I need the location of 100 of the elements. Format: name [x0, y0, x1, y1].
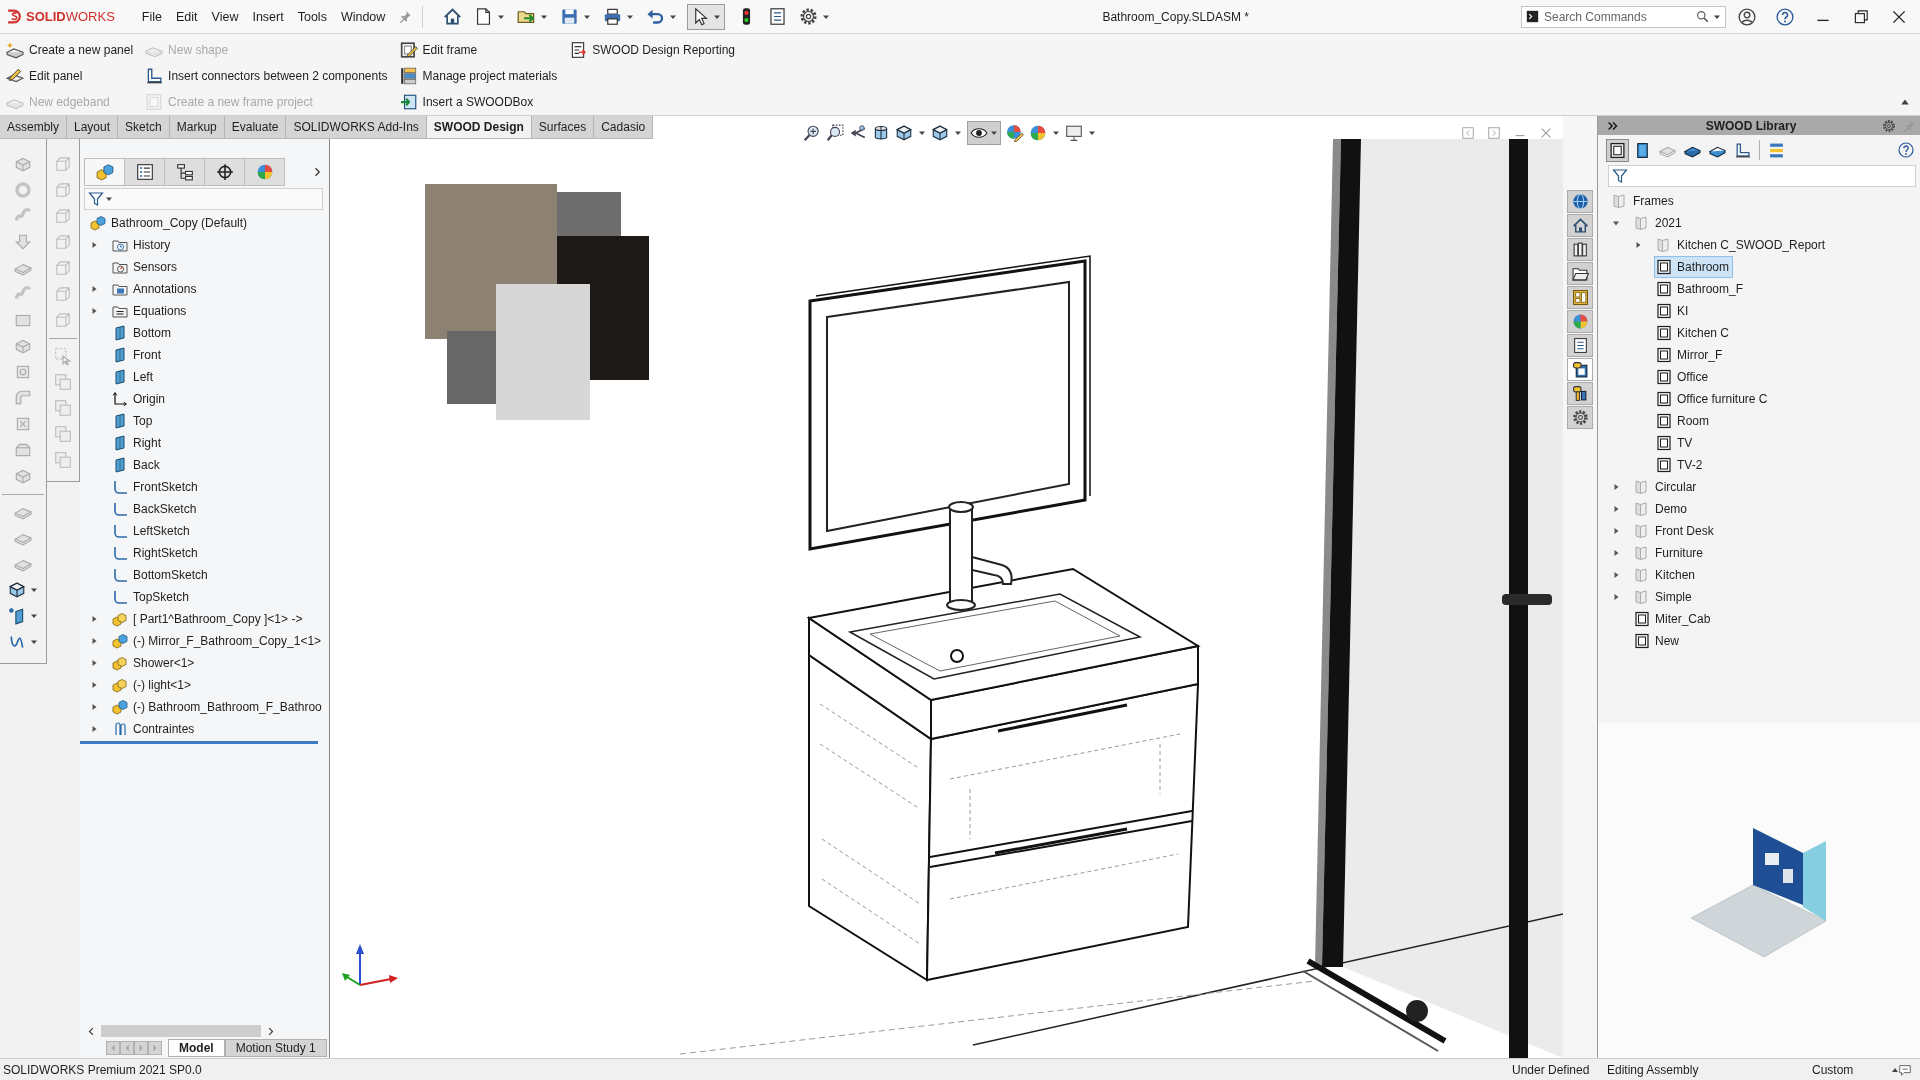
- tree-item[interactable]: TopSketch: [110, 586, 194, 608]
- help-icon[interactable]: [1776, 7, 1794, 26]
- caret-right-icon[interactable]: [1612, 593, 1620, 601]
- tree-item[interactable]: Left: [110, 366, 157, 388]
- tree-item[interactable]: Contraintes: [110, 718, 199, 740]
- scrollbar-thumb[interactable]: [101, 1025, 261, 1037]
- caret-icon[interactable]: [30, 612, 38, 620]
- tree-item[interactable]: Sensors: [110, 256, 182, 278]
- hide-show-button[interactable]: [967, 120, 1002, 145]
- tree-item[interactable]: Frames: [1610, 190, 1678, 212]
- home-icon[interactable]: [443, 7, 463, 26]
- tree-item[interactable]: Bathroom_F: [1654, 278, 1748, 300]
- tree-item[interactable]: (-) Mirror_F_Bathroom_Copy_1<1>: [110, 630, 326, 652]
- tree-item[interactable]: Kitchen C_SWOOD_Report: [1654, 234, 1830, 256]
- bottom-tab[interactable]: Model: [168, 1039, 225, 1057]
- command-button[interactable]: Edit frame: [397, 37, 560, 63]
- caret-right-icon[interactable]: [90, 307, 98, 315]
- tree-item[interactable]: Demo: [1632, 498, 1691, 520]
- tree-item[interactable]: Right: [110, 432, 165, 454]
- caret-right-icon[interactable]: [90, 241, 98, 249]
- chat-bubble-icon[interactable]: [1898, 1062, 1912, 1077]
- tree-item[interactable]: Bathroom_Copy (Default): [88, 212, 252, 234]
- tree-item[interactable]: Miter_Cab: [1632, 608, 1715, 630]
- caret-icon[interactable]: [30, 586, 38, 594]
- tree-item[interactable]: FrontSketch: [110, 476, 202, 498]
- search-field[interactable]: Search Commands: [1521, 5, 1726, 28]
- menu-item[interactable]: Insert: [245, 4, 291, 29]
- command-button[interactable]: Insert connectors between 2 components: [143, 63, 390, 89]
- tree-item[interactable]: Office furniture C: [1654, 388, 1772, 410]
- task-pane-tab[interactable]: [1567, 214, 1593, 237]
- tree-item[interactable]: Front: [110, 344, 165, 366]
- task-pane-tab[interactable]: [1567, 358, 1593, 381]
- cube-icon[interactable]: [931, 123, 950, 142]
- color-ball-icon[interactable]: [1029, 123, 1048, 142]
- command-button[interactable]: Insert a SWOODBox: [397, 89, 560, 115]
- tree-item[interactable]: Bottom: [110, 322, 175, 344]
- tree-item[interactable]: Furniture: [1632, 542, 1708, 564]
- tree-item[interactable]: Mirror_F: [1654, 344, 1727, 366]
- help-icon[interactable]: [1898, 142, 1914, 158]
- task-pane-tab[interactable]: [1567, 238, 1593, 261]
- task-pane-tab[interactable]: [1567, 382, 1593, 405]
- tree-item[interactable]: BackSketch: [110, 498, 201, 520]
- ribbon-tab[interactable]: Assembly: [0, 116, 67, 138]
- task-pane-tab[interactable]: [1567, 406, 1593, 429]
- caret-right-icon[interactable]: [1612, 483, 1620, 491]
- tree-item[interactable]: Circular: [1632, 476, 1701, 498]
- ribbon-tab[interactable]: SOLIDWORKS Add-Ins: [286, 116, 427, 138]
- user-icon[interactable]: [1738, 7, 1756, 26]
- panel-tab[interactable]: [124, 158, 165, 186]
- settings-icon[interactable]: [799, 7, 819, 26]
- filter-field[interactable]: [1608, 165, 1916, 187]
- menu-item[interactable]: View: [204, 4, 246, 29]
- tree-item[interactable]: (-) Bathroom_Bathroom_F_Bathroo: [110, 696, 326, 718]
- ribbon-tab[interactable]: Markup: [169, 116, 225, 138]
- caret-right-icon[interactable]: [90, 703, 98, 711]
- caret-right-icon[interactable]: [90, 637, 98, 645]
- tree-item[interactable]: TV: [1654, 432, 1697, 454]
- ribbon-tab[interactable]: Sketch: [118, 116, 170, 138]
- menu-item[interactable]: File: [134, 4, 169, 29]
- tree-item[interactable]: BottomSketch: [110, 564, 212, 586]
- tree-item[interactable]: New: [1632, 630, 1683, 652]
- tree-item[interactable]: (-) light<1>: [110, 674, 196, 696]
- task-pane-tab[interactable]: [1567, 286, 1593, 309]
- tree-item[interactable]: Annotations: [110, 278, 201, 300]
- restore-icon[interactable]: [1852, 7, 1870, 26]
- settings-icon[interactable]: [1882, 118, 1896, 133]
- magnifier-box-icon[interactable]: [826, 123, 845, 142]
- bottom-tab[interactable]: Motion Study 1: [224, 1039, 327, 1057]
- library-tool-button[interactable]: [1606, 138, 1629, 162]
- cube-icon[interactable]: [895, 123, 914, 142]
- tree-item[interactable]: Back: [110, 454, 164, 476]
- search-icon[interactable]: [1696, 9, 1709, 23]
- task-pane-tab[interactable]: [1567, 262, 1593, 285]
- ribbon-tab[interactable]: Layout: [67, 116, 119, 138]
- pin-icon[interactable]: [398, 9, 413, 24]
- caret-down-icon[interactable]: [1612, 219, 1620, 227]
- magnifier-icon[interactable]: [803, 123, 822, 142]
- tree-item[interactable]: Bathroom: [1654, 256, 1734, 278]
- tree-item[interactable]: Origin: [110, 388, 169, 410]
- menu-item[interactable]: Edit: [169, 4, 205, 29]
- units-dropdown[interactable]: Custom: [1812, 1062, 1898, 1077]
- caret-right-icon[interactable]: [90, 659, 98, 667]
- tree-item[interactable]: Kitchen C: [1654, 322, 1734, 344]
- ribbon-tab[interactable]: Cadasio: [594, 116, 654, 138]
- tree-item[interactable]: RightSketch: [110, 542, 202, 564]
- ribbon-tab[interactable]: Surfaces: [531, 116, 595, 138]
- menu-item[interactable]: Window: [333, 4, 393, 29]
- tree-item[interactable]: [ Part1^Bathroom_Copy ]<1> ->: [110, 608, 307, 630]
- caret-right-icon[interactable]: [90, 285, 98, 293]
- printer-icon[interactable]: [603, 7, 623, 26]
- cube-icon[interactable]: [8, 581, 26, 599]
- caret-right-icon[interactable]: [1612, 527, 1620, 535]
- command-button[interactable]: Create a new panel: [4, 37, 136, 63]
- tree-item[interactable]: Front Desk: [1632, 520, 1718, 542]
- tree-item[interactable]: Shower<1>: [110, 652, 199, 674]
- filter-field[interactable]: [84, 188, 323, 210]
- list-icon[interactable]: [768, 7, 788, 26]
- caret-right-icon[interactable]: [1634, 241, 1642, 249]
- caret-right-icon[interactable]: [1612, 571, 1620, 579]
- caret-right-icon[interactable]: [1612, 549, 1620, 557]
